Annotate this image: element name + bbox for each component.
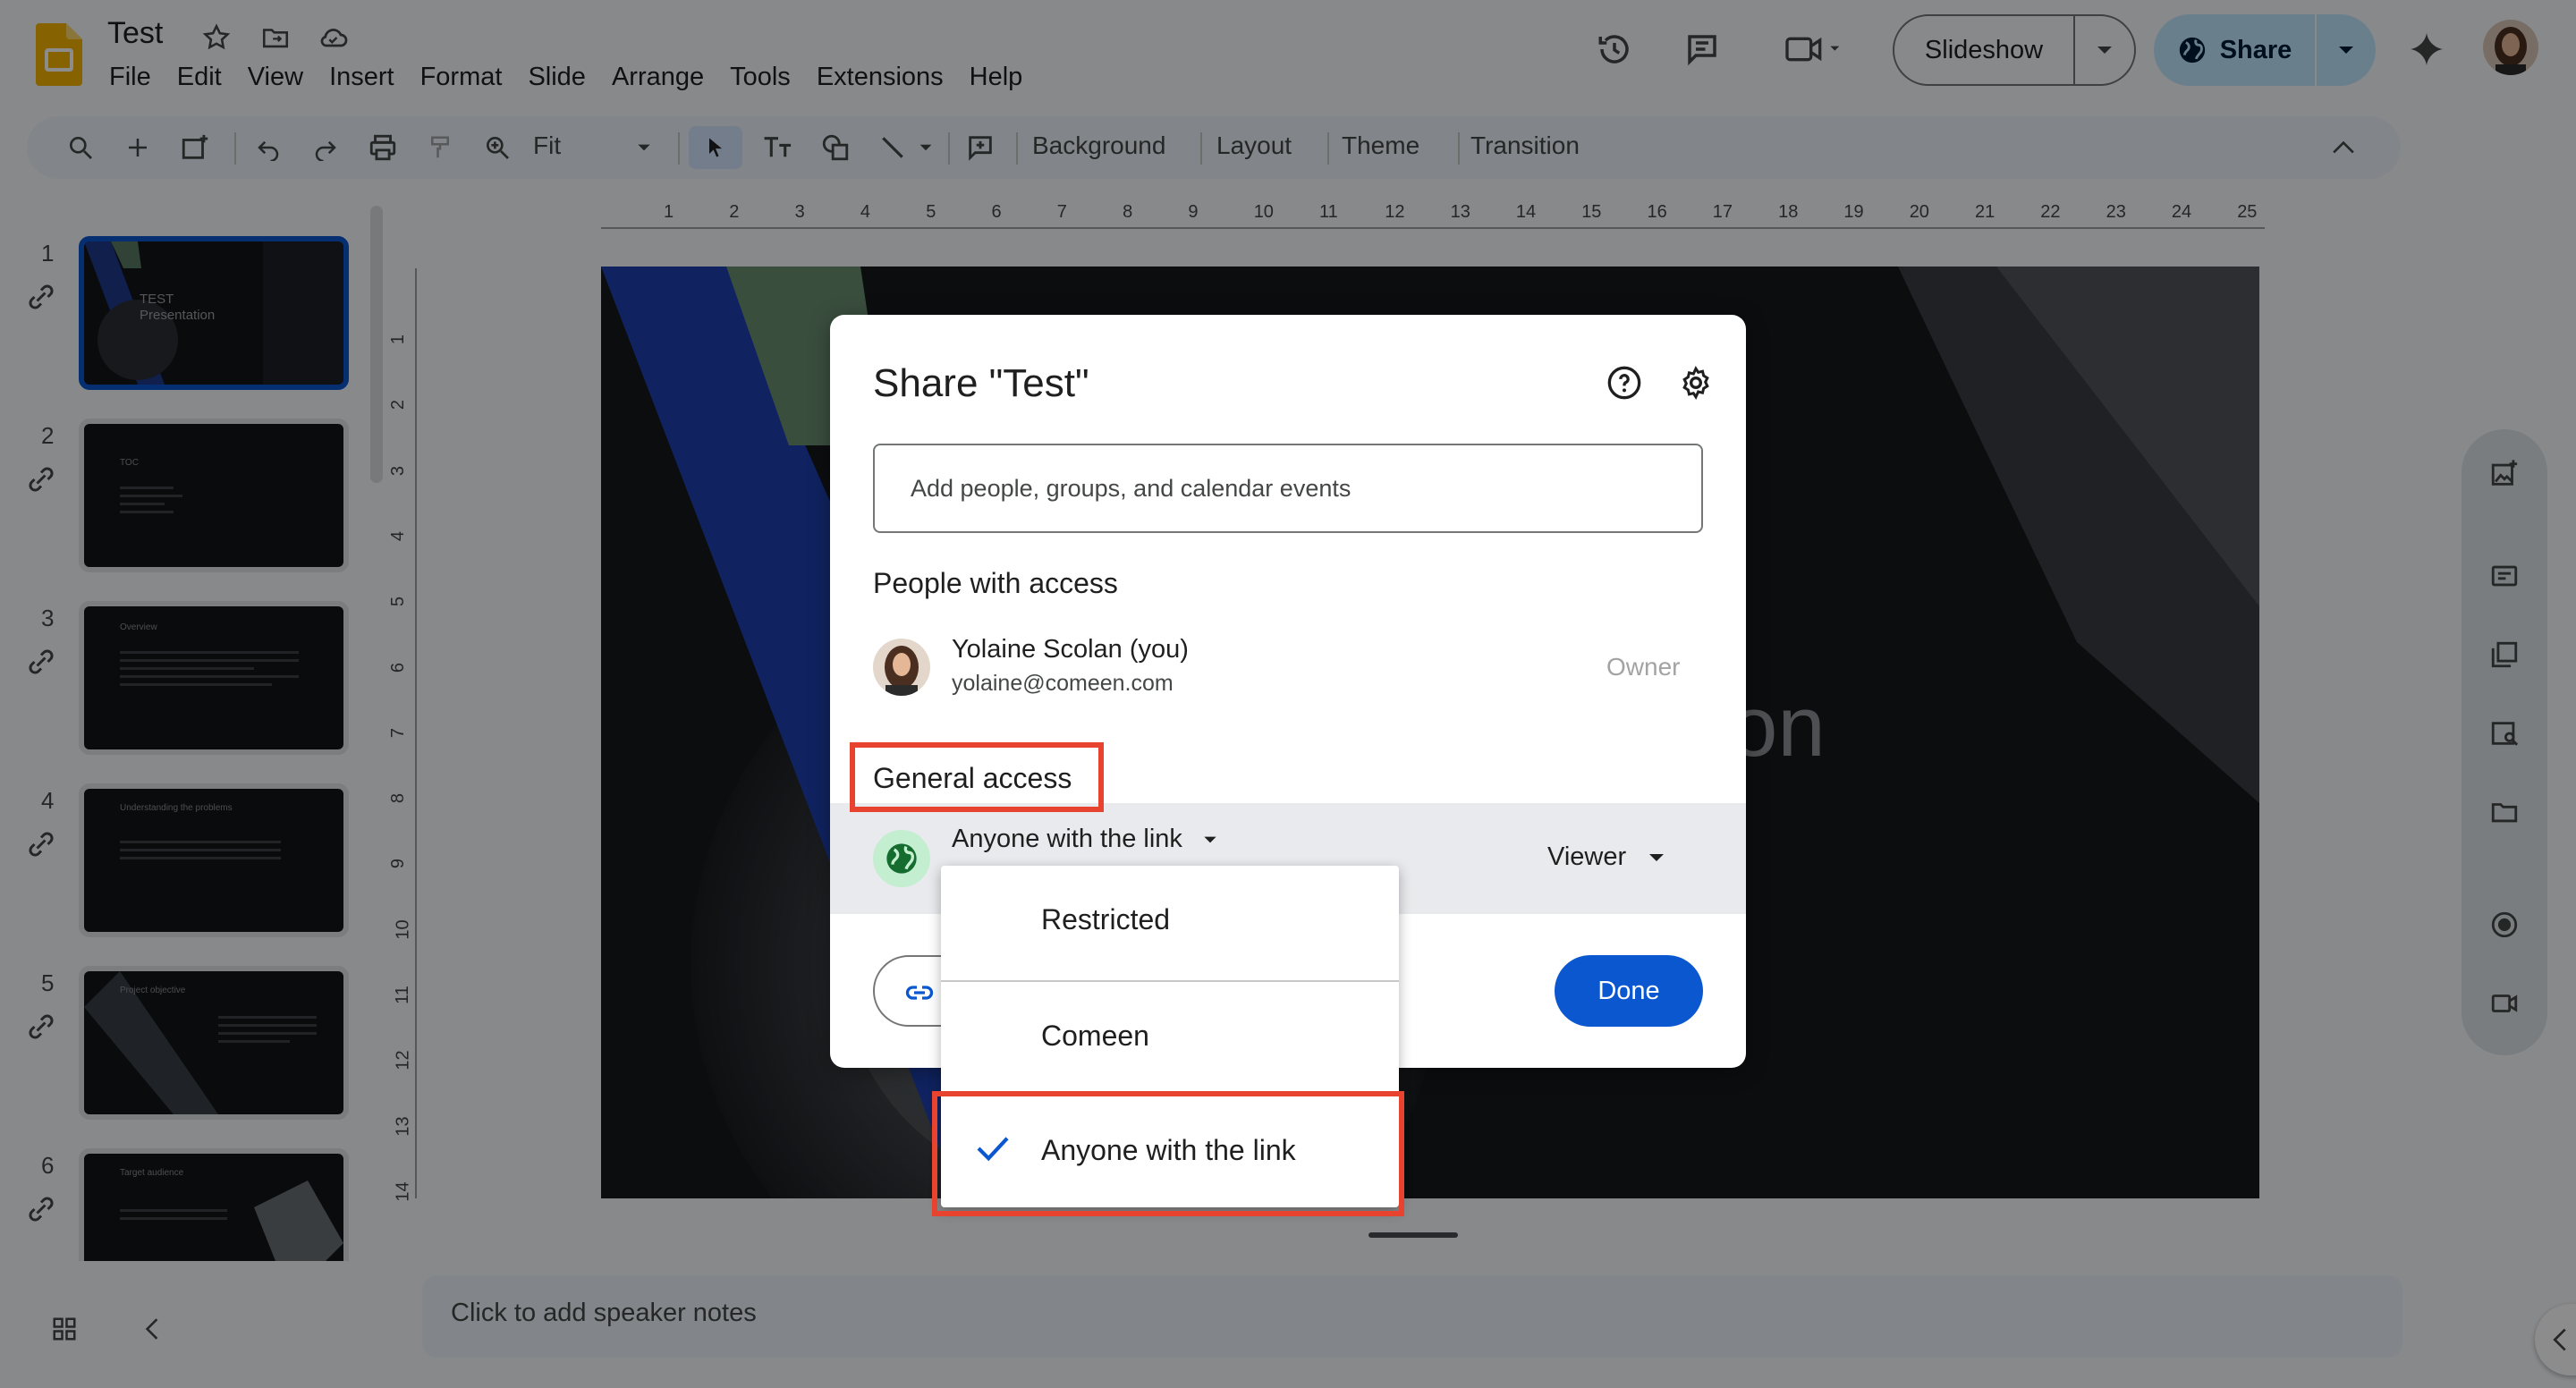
globe-icon <box>873 830 930 887</box>
option-comeen[interactable]: Comeen <box>941 982 1399 1088</box>
person-name: Yolaine Scolan (you) <box>952 635 1189 664</box>
option-label: Comeen <box>1041 1020 1149 1052</box>
general-access-value: Anyone with the link <box>952 825 1182 853</box>
link-icon <box>905 986 934 1000</box>
option-restricted[interactable]: Restricted <box>941 866 1399 971</box>
general-access-select[interactable]: Anyone with the link <box>952 825 1218 854</box>
help-icon[interactable] <box>1603 361 1646 404</box>
avatar <box>873 639 930 696</box>
dialog-title: Share "Test" <box>873 361 1089 405</box>
person-email: yolaine@comeen.com <box>952 671 1174 696</box>
chevron-down-icon <box>1204 836 1216 842</box>
option-label: Restricted <box>1041 903 1171 935</box>
selected-option-highlight <box>932 1091 1404 1216</box>
done-button[interactable]: Done <box>1555 955 1703 1027</box>
add-people-input[interactable] <box>873 444 1703 533</box>
settings-gear-icon[interactable] <box>1674 361 1717 404</box>
person-role: Owner <box>1606 653 1681 681</box>
link-role-select[interactable]: Viewer <box>1547 842 1665 872</box>
chevron-down-icon <box>1649 853 1665 861</box>
link-role-value: Viewer <box>1547 842 1627 871</box>
people-with-access-heading: People with access <box>873 567 1118 599</box>
general-access-highlight <box>850 742 1104 812</box>
